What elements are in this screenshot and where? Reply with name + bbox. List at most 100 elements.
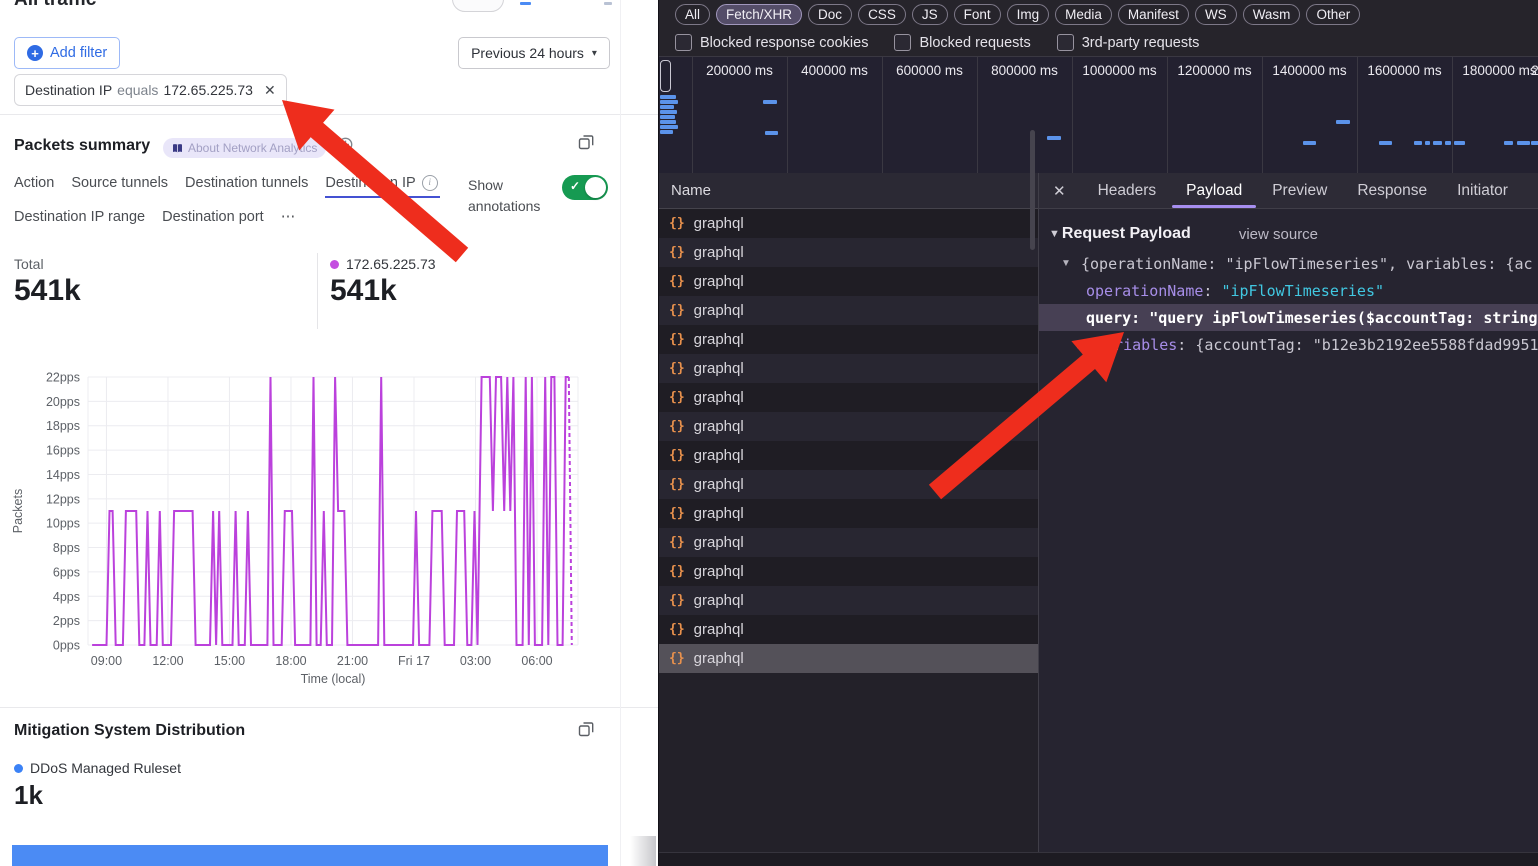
timeline-label: 600000 ms — [896, 63, 963, 78]
detail-tab-headers[interactable]: Headers — [1098, 173, 1157, 208]
filter-chip[interactable]: Destination IP equals 172.65.225.73 ✕ — [14, 74, 287, 106]
json-braces-icon: {} — [669, 651, 685, 666]
tab-source-tunnels[interactable]: Source tunnels — [71, 175, 168, 191]
tab-label: Destination tunnels — [185, 175, 308, 191]
filter-pill-all[interactable]: All — [675, 4, 710, 25]
filter-pill-other[interactable]: Other — [1306, 4, 1360, 25]
info-icon[interactable]: i — [422, 175, 438, 191]
request-row[interactable]: {}graphql — [659, 412, 1038, 441]
expand-card-icon[interactable] — [578, 134, 594, 150]
checkbox-3rd-party-requests[interactable]: 3rd-party requests — [1057, 34, 1200, 51]
timeline-gridline — [1262, 57, 1263, 173]
time-range-dropdown[interactable]: Previous 24 hours ▾ — [458, 37, 610, 69]
checkbox-label: Blocked response cookies — [700, 35, 868, 51]
timeline-label: 1000000 ms — [1082, 63, 1156, 78]
network-timeline[interactable]: 200000 ms400000 ms600000 ms800000 ms1000… — [659, 57, 1538, 174]
badge-label: About Network Analytics — [188, 141, 317, 155]
json-braces-icon: {} — [669, 390, 685, 405]
filter-pill-ws[interactable]: WS — [1195, 4, 1237, 25]
collapsed-triangle-icon[interactable]: ▶ — [1077, 339, 1085, 350]
request-row[interactable]: {} graphql — [659, 499, 1038, 528]
stat-series-value: 541k — [330, 274, 397, 308]
checkbox-box[interactable] — [675, 34, 692, 51]
clipped-toolbar-pill — [452, 0, 504, 12]
about-network-analytics-badge[interactable]: About Network Analytics — [163, 138, 326, 158]
request-name: graphql — [694, 302, 744, 319]
filter-pill-manifest[interactable]: Manifest — [1118, 4, 1189, 25]
packets-tabs-row2: Destination IP range Destination port ⋯ — [14, 209, 295, 225]
payload-line: ▶variables: {accountTag: "b12e3b2192ee55… — [1039, 331, 1538, 358]
view-source-link[interactable]: view source — [1239, 226, 1318, 243]
filter-chip-operator: equals — [117, 82, 158, 98]
packets-timeseries-chart: 0pps2pps4pps6pps8pps10pps12pps14pps16pps… — [0, 360, 640, 690]
request-row[interactable]: {}graphql — [659, 441, 1038, 470]
checkbox-box[interactable] — [894, 34, 911, 51]
request-row[interactable]: {}graphql — [659, 296, 1038, 325]
tab-destination-ip-range[interactable]: Destination IP range — [14, 209, 145, 225]
request-row[interactable]: {}graphql — [659, 325, 1038, 354]
request-row[interactable]: {}graphql — [659, 470, 1038, 499]
tab-destination-tunnels[interactable]: Destination tunnels — [185, 175, 308, 191]
stat-total-value: 541k — [14, 274, 81, 308]
series-legend-dot — [330, 260, 339, 269]
checkbox-box[interactable] — [1057, 34, 1074, 51]
tab-action[interactable]: Action — [14, 175, 54, 191]
request-row[interactable]: {}graphql — [659, 238, 1038, 267]
json-braces-icon: {} — [669, 245, 685, 260]
timeline-label: 800000 ms — [991, 63, 1058, 78]
tab-destination-port[interactable]: Destination port — [162, 209, 264, 225]
tab-[interactable]: ⋯ — [281, 209, 296, 225]
detail-tab-initiator[interactable]: Initiator — [1457, 173, 1508, 208]
request-row[interactable]: {}graphql — [659, 586, 1038, 615]
timeline-gridline — [787, 57, 788, 173]
filter-pill-fetch-xhr[interactable]: Fetch/XHR — [716, 4, 802, 25]
request-name: graphql — [694, 331, 744, 348]
detail-tab-response[interactable]: Response — [1357, 173, 1427, 208]
checkbox-blocked-requests[interactable]: Blocked requests — [894, 34, 1030, 51]
filter-pill-font[interactable]: Font — [954, 4, 1001, 25]
remove-filter-icon[interactable]: ✕ — [264, 82, 276, 99]
json-braces-icon: {} — [669, 506, 685, 521]
close-icon[interactable]: ✕ — [1053, 182, 1066, 200]
svg-text:14pps: 14pps — [46, 468, 80, 482]
request-row[interactable]: {}graphql — [659, 528, 1038, 557]
request-row[interactable]: {}graphql — [659, 644, 1038, 673]
request-row[interactable]: {}graphql — [659, 557, 1038, 586]
svg-text:12pps: 12pps — [46, 492, 80, 506]
request-row[interactable]: {}graphql — [659, 267, 1038, 296]
filter-pill-wasm[interactable]: Wasm — [1243, 4, 1301, 25]
page-title: All traffic — [14, 0, 96, 11]
svg-text:Time (local): Time (local) — [301, 672, 366, 686]
filter-pill-media[interactable]: Media — [1055, 4, 1112, 25]
request-timing-mark — [1379, 141, 1392, 145]
filter-pill-js[interactable]: JS — [912, 4, 948, 25]
request-row[interactable]: {}graphql — [659, 354, 1038, 383]
detail-tab-preview[interactable]: Preview — [1272, 173, 1327, 208]
svg-text:06:00: 06:00 — [521, 654, 552, 668]
request-name: graphql — [694, 505, 744, 522]
filter-pill-css[interactable]: CSS — [858, 4, 906, 25]
filter-pill-img[interactable]: Img — [1007, 4, 1050, 25]
scrollbar-shade — [630, 836, 656, 866]
expand-card-icon[interactable] — [578, 721, 594, 737]
show-annotations-toggle[interactable]: ✓ — [562, 175, 608, 200]
clock-icon[interactable] — [338, 137, 353, 152]
tab-destination-ip[interactable]: Destination IPi — [325, 175, 437, 191]
request-row[interactable]: {}graphql — [659, 383, 1038, 412]
request-timing-mark — [1445, 141, 1451, 145]
collapse-triangle-icon[interactable]: ▼ — [1049, 228, 1060, 240]
request-row[interactable]: {}graphql — [659, 209, 1038, 238]
devtools-footer — [659, 852, 1538, 866]
timeline-selection-handle[interactable] — [660, 60, 671, 92]
devtools-panel: All Fetch/XHR Doc CSS JS Font ImgMedia Manifest… — [658, 0, 1538, 866]
request-row[interactable]: {}graphql — [659, 615, 1038, 644]
request-timing-mark — [660, 100, 678, 104]
legend-dot — [14, 764, 23, 773]
checkbox-blocked-response-cookies[interactable]: Blocked response cookies — [675, 34, 868, 51]
expanded-triangle-icon[interactable]: ▼ — [1061, 258, 1071, 269]
filter-pill-doc[interactable]: Doc — [808, 4, 852, 25]
timeline-label: 1400000 ms — [1272, 63, 1346, 78]
scrollbar-thumb[interactable] — [1030, 130, 1035, 250]
add-filter-button[interactable]: + Add filter — [14, 37, 120, 69]
detail-tab-payload[interactable]: Payload — [1186, 173, 1242, 208]
